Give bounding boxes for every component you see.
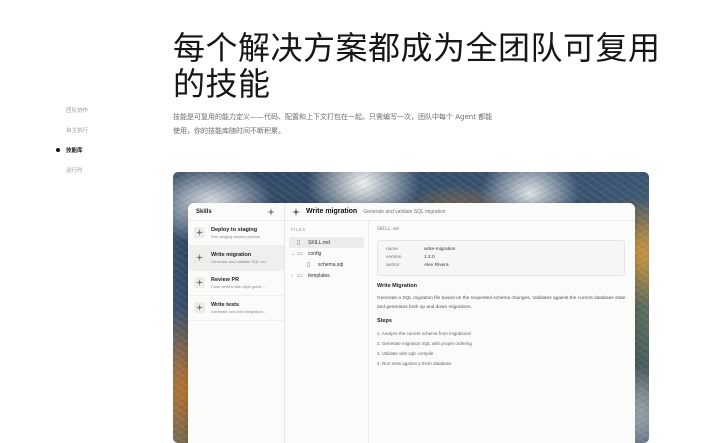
- section-nav: 团队协作 自主执行 技能库 运行时: [56, 100, 88, 180]
- sparkle-icon[interactable]: [266, 207, 276, 217]
- sparkle-icon: [194, 227, 205, 238]
- skill-name: Deploy to staging: [211, 227, 258, 233]
- detail-body: FILES ▯ SKILL.md ⌄ ▭ config ▯ schema.sql › ▭ temp…: [285, 221, 635, 443]
- step-item: 2. Generate migration SQL with proper or…: [377, 341, 472, 346]
- file-icon: ▯: [297, 240, 301, 246]
- skill-name: Write migration: [211, 252, 252, 258]
- skills-header: Skills: [188, 203, 284, 221]
- step-item: 1. Analyze the current schema from migra…: [377, 331, 472, 336]
- skill-list: Deploy to staging Run staging deploy pipe…: [188, 221, 284, 321]
- page-description: 技能是可复用的能力定义——代码、配置和上下文打包在一起。只需编写一次，团队中每个…: [173, 113, 493, 135]
- file-tree: ▯ SKILL.md ⌄ ▭ config ▯ schema.sql › ▭ templates: [289, 237, 364, 281]
- skill-item[interactable]: Write migration Generate and validate SQL…: [188, 246, 284, 271]
- file-name: SKILL.md: [308, 239, 330, 246]
- sparkle-icon: [194, 252, 205, 263]
- detail-header: Write migration Generate and validate SQ…: [285, 203, 635, 221]
- meta-key: name: [386, 247, 398, 252]
- skill-detail: Write migration Generate and validate SQ…: [285, 203, 635, 443]
- skill-item[interactable]: Deploy to staging Run staging deploy pipe…: [188, 221, 284, 246]
- skill-item[interactable]: Write tests Generate unit and integration…: [188, 296, 284, 321]
- folder-row[interactable]: ⌄ ▭ config: [289, 248, 364, 259]
- folder-icon: ▭: [297, 251, 303, 257]
- file-content: SKILL.md name write-migration version 1.2.0…: [369, 221, 635, 443]
- content-paragraph: Generate a SQL migration file based on t…: [377, 296, 626, 310]
- meta-row: version 1.2.0: [386, 254, 616, 262]
- page-title: 每个解决方案都成为全团队可复用的技能: [173, 29, 661, 103]
- files-label: FILES: [291, 227, 306, 232]
- step-item: 4. Run tests against a fresh database: [377, 361, 452, 366]
- skill-description: Run staging deploy pipeline: [211, 234, 261, 239]
- active-dot-icon: [56, 108, 60, 112]
- file-path: SKILL.md: [377, 227, 399, 232]
- file-row[interactable]: ▯ SKILL.md: [289, 237, 364, 248]
- sparkle-icon: [194, 302, 205, 313]
- skill-description: Code review with style guide ...: [211, 284, 267, 289]
- sparkle-icon: [291, 207, 301, 217]
- active-dot-icon: [56, 128, 60, 132]
- meta-row: author Alex Rivera: [386, 262, 616, 270]
- meta-value: Alex Rivera: [424, 263, 449, 268]
- nav-item-runtime[interactable]: 运行时: [56, 160, 88, 180]
- active-dot-icon: [56, 168, 60, 172]
- meta-key: version: [386, 255, 402, 260]
- file-name: config: [308, 250, 322, 257]
- folder-row[interactable]: › ▭ templates: [289, 270, 364, 281]
- detail-subtitle: Generate and validate SQL migration: [363, 208, 446, 215]
- skill-description: Generate and validate SQL mi...: [211, 259, 268, 264]
- meta-key: author: [386, 263, 400, 268]
- skill-description: Generate unit and integration...: [211, 309, 267, 314]
- sparkle-icon: [194, 277, 205, 288]
- skill-name: Write tests: [211, 302, 240, 308]
- nav-item-autonomous[interactable]: 自主执行: [56, 120, 88, 140]
- file-icon: ▯: [307, 262, 311, 268]
- file-row[interactable]: ▯ schema.sql: [289, 259, 364, 270]
- nav-item-skills[interactable]: 技能库: [56, 140, 88, 160]
- frontmatter-box: name write-migration version 1.2.0 author Ale…: [377, 240, 625, 276]
- meta-row: name write-migration: [386, 246, 616, 254]
- active-dot-icon: [56, 148, 60, 152]
- skills-panel: Skills Deploy to staging Run staging depl…: [188, 203, 285, 443]
- steps-heading: Steps: [377, 318, 392, 324]
- file-name: templates: [308, 272, 330, 279]
- file-name: schema.sql: [318, 261, 344, 268]
- step-item: 3. Validate with sqlc compile: [377, 351, 434, 356]
- content-heading: Write Migration: [377, 283, 417, 289]
- skills-title: Skills: [196, 208, 212, 215]
- files-panel: FILES ▯ SKILL.md ⌄ ▭ config ▯ schema.sql › ▭ temp…: [285, 221, 369, 443]
- folder-icon: ▭: [297, 273, 303, 279]
- showcase-artwork: Skills Deploy to staging Run staging depl…: [173, 172, 649, 443]
- detail-title: Write migration: [306, 208, 358, 215]
- skill-item[interactable]: Review PR Code review with style guide ..…: [188, 271, 284, 296]
- meta-value: write-migration: [424, 247, 456, 252]
- skill-name: Review PR: [211, 277, 240, 283]
- meta-value: 1.2.0: [424, 255, 435, 260]
- steps-list: 1. Analyze the current schema from migra…: [377, 329, 627, 369]
- nav-item-collaboration[interactable]: 团队协作: [56, 100, 88, 120]
- app-window: Skills Deploy to staging Run staging depl…: [188, 203, 635, 443]
